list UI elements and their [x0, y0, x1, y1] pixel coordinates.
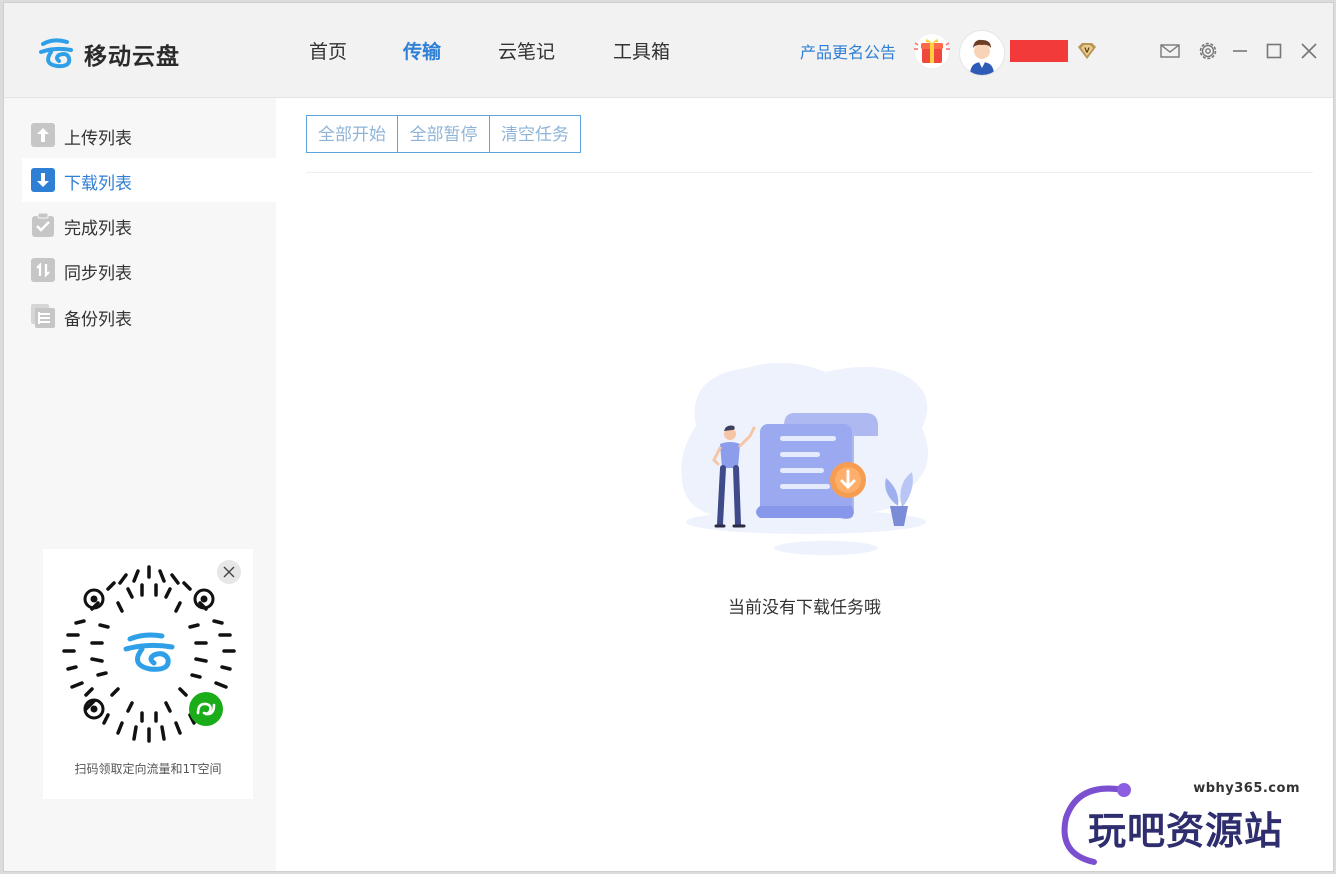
qr-promo-card: 扫码领取定向流量和1T空间 — [43, 549, 253, 799]
username-redacted — [1010, 40, 1068, 62]
settings-icon[interactable] — [1197, 40, 1219, 62]
logo-icon — [39, 38, 73, 69]
sidebar-item-label: 上传列表 — [64, 129, 132, 149]
gift-icon[interactable] — [912, 33, 952, 69]
sidebar: 上传列表 下载列表 完成列表 同步列表 备份列表 扫码领取定向流量和1T空间 — [4, 98, 276, 871]
start-all-button[interactable]: 全部开始 — [306, 115, 398, 153]
app-name: 移动云盘 — [84, 44, 180, 70]
maximize-icon[interactable] — [1263, 40, 1285, 62]
sidebar-item-label: 完成列表 — [64, 219, 132, 239]
qr-caption: 扫码领取定向流量和1T空间 — [74, 762, 222, 776]
sidebar-item-label: 备份列表 — [64, 310, 132, 330]
watermark-text: 玩吧资源站 — [1088, 809, 1284, 853]
toolbar-divider — [306, 172, 1313, 173]
mail-icon[interactable] — [1159, 40, 1181, 62]
pause-all-button[interactable]: 全部暂停 — [397, 115, 490, 153]
minimize-icon[interactable] — [1229, 40, 1251, 62]
sidebar-item-complete[interactable]: 完成列表 — [22, 203, 276, 247]
sidebar-item-download[interactable]: 下载列表 — [22, 158, 276, 202]
tab-home[interactable]: 首页 — [309, 37, 347, 64]
avatar[interactable] — [959, 30, 1005, 76]
qr-code-icon — [62, 565, 236, 743]
sidebar-item-sync[interactable]: 同步列表 — [22, 248, 276, 292]
app-window: 移动云盘 首页 传输 云笔记 工具箱 产品更名公告 V 上传列表 下载列表 完成… — [3, 2, 1334, 872]
announcement-link[interactable]: 产品更名公告 — [800, 39, 896, 63]
sidebar-item-upload[interactable]: 上传列表 — [22, 113, 276, 157]
vip-badge-icon[interactable]: V — [1075, 40, 1099, 62]
clear-tasks-button[interactable]: 清空任务 — [489, 115, 581, 153]
empty-state-message: 当前没有下载任务哦 — [728, 598, 881, 618]
sync-icon — [31, 258, 55, 282]
title-bar: 移动云盘 首页 传输 云笔记 工具箱 产品更名公告 V — [4, 3, 1333, 98]
complete-icon — [32, 213, 54, 237]
sidebar-item-backup[interactable]: 备份列表 — [22, 294, 276, 338]
tab-transfer[interactable]: 传输 — [403, 37, 441, 64]
watermark-url: wbhy365.com — [1193, 781, 1300, 796]
watermark: wbhy365.com 玩吧资源站 — [1058, 778, 1328, 868]
sidebar-item-label: 下载列表 — [64, 174, 132, 194]
empty-download-illustration — [681, 362, 929, 555]
close-icon[interactable] — [1298, 40, 1320, 62]
backup-icon — [31, 304, 55, 328]
svg-text:V: V — [1084, 47, 1090, 55]
upload-icon — [31, 123, 55, 147]
tab-cloud-notes[interactable]: 云笔记 — [498, 37, 555, 64]
main-content: 全部开始 全部暂停 清空任务 当前没有下载任务哦 wbhy365.com 玩吧资… — [276, 98, 1333, 871]
tab-toolbox[interactable]: 工具箱 — [613, 37, 670, 64]
download-icon — [31, 168, 55, 192]
avatar-icon — [970, 39, 994, 75]
sidebar-item-label: 同步列表 — [64, 264, 132, 284]
